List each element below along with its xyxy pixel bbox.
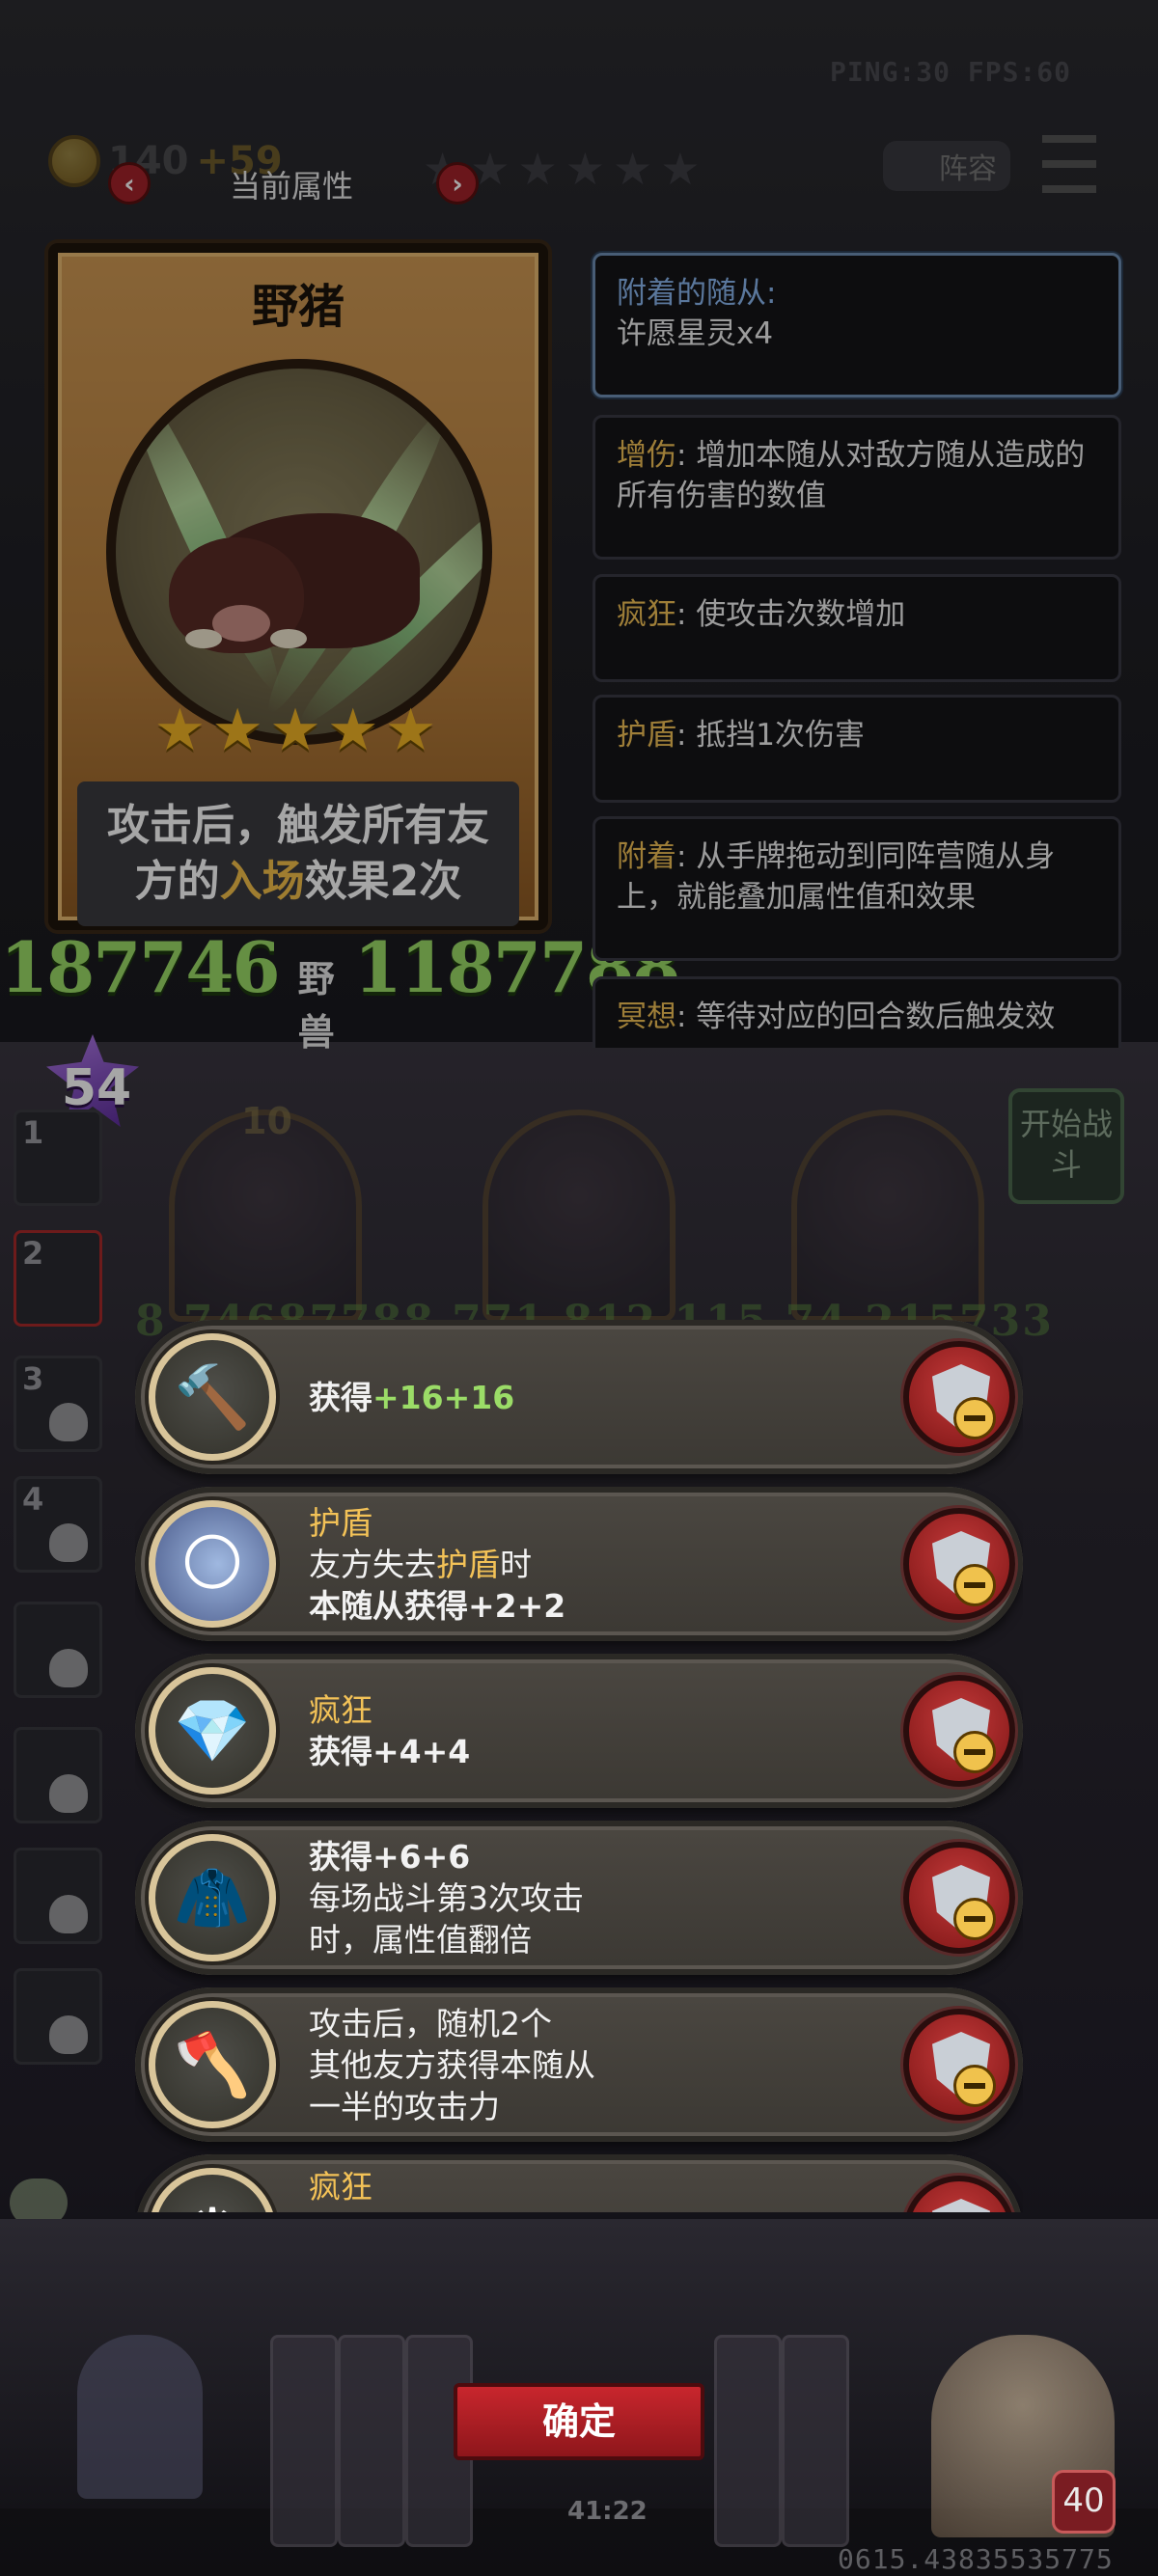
minus-icon xyxy=(953,1564,996,1606)
minus-icon xyxy=(953,1898,996,1940)
hand-card[interactable] xyxy=(270,2335,338,2547)
minus-icon xyxy=(953,2065,996,2107)
confirm-button[interactable]: 确定 xyxy=(454,2383,704,2460)
effect-text: 疯狂 xyxy=(309,2154,372,2212)
shield-icon xyxy=(932,2199,990,2212)
minus-icon xyxy=(953,1397,996,1439)
cloak-icon: 🧥 xyxy=(149,1834,276,1961)
effect-item: 🧥 获得+6+6 每场战斗第3次攻击 时，属性值翻倍 xyxy=(135,1821,1023,1975)
effect-text: 获得+16+16 xyxy=(309,1320,514,1474)
minus-icon xyxy=(953,1731,996,1773)
effect-text: 获得+6+6 每场战斗第3次攻击 时，属性值翻倍 xyxy=(309,1821,584,1975)
effect-gain: 获得+16+16 xyxy=(309,1378,515,1416)
effect-list: 🔨 获得+16+16 🌕 护盾 友方失去护盾时 本随从获得+2+2 💎 疯狂 获… xyxy=(135,1320,1023,2212)
effect-text: 攻击后，随机2个 其他友方获得本随从 一半的攻击力 xyxy=(309,1987,595,2142)
effect-title: 疯狂 xyxy=(309,2168,372,2206)
remove-effect-button[interactable] xyxy=(903,1842,1015,1954)
effect-title: 疯狂 xyxy=(309,1691,372,1729)
effect-gain: 获得+4+4 xyxy=(309,1733,471,1770)
remove-effect-button[interactable] xyxy=(903,2176,1015,2212)
effect-line: 时，属性值翻倍 xyxy=(309,1920,532,1959)
hammer-icon: 🔨 xyxy=(149,1333,276,1461)
crystal-icon: 💎 xyxy=(149,1667,276,1795)
effect-line: 每场战斗第3次攻击 xyxy=(309,1878,584,1917)
hand-card[interactable] xyxy=(714,2335,782,2547)
version-string: 0615.43835535775 xyxy=(838,2543,1114,2575)
effect-item: 🪓 攻击后，随机2个 其他友方获得本随从 一半的攻击力 xyxy=(135,1987,1023,2142)
effect-item: 🌕 护盾 友方失去护盾时 本随从获得+2+2 xyxy=(135,1487,1023,1641)
deck-pile[interactable] xyxy=(77,2335,203,2499)
remove-effect-button[interactable] xyxy=(903,2009,1015,2121)
effect-line: 攻击后，随机2个 xyxy=(309,2004,552,2042)
effect-title: 护盾 xyxy=(309,1503,372,1542)
remove-effect-button[interactable] xyxy=(903,1341,1015,1453)
effect-item: ⚙ 疯狂 xyxy=(135,2154,1023,2212)
effect-line: 其他友方获得本随从 xyxy=(309,2045,595,2084)
hand-card[interactable] xyxy=(782,2335,849,2547)
moon-shield-icon: 🌕 xyxy=(149,1500,276,1628)
remove-effect-button[interactable] xyxy=(903,1508,1015,1620)
effect-item: 🔨 获得+16+16 xyxy=(135,1320,1023,1474)
effect-item: 💎 疯狂 获得+4+4 xyxy=(135,1654,1023,1808)
hand-card[interactable] xyxy=(338,2335,405,2547)
effect-line: 友方失去护盾时 xyxy=(309,1545,532,1583)
effect-text: 护盾 友方失去护盾时 本随从获得+2+2 xyxy=(309,1487,565,1641)
turn-timer: 41:22 xyxy=(567,2497,648,2526)
effect-gain: 获得+6+6 xyxy=(309,1837,471,1876)
hero-level-badge: 40 xyxy=(1052,2470,1116,2534)
effect-line: 一半的攻击力 xyxy=(309,2087,500,2125)
axe-icon: 🪓 xyxy=(149,2001,276,2128)
effect-gain: 本随从获得+2+2 xyxy=(309,1586,566,1625)
gear-icon: ⚙ xyxy=(149,2168,276,2212)
effect-text: 疯狂 获得+4+4 xyxy=(309,1654,470,1808)
remove-effect-button[interactable] xyxy=(903,1675,1015,1787)
